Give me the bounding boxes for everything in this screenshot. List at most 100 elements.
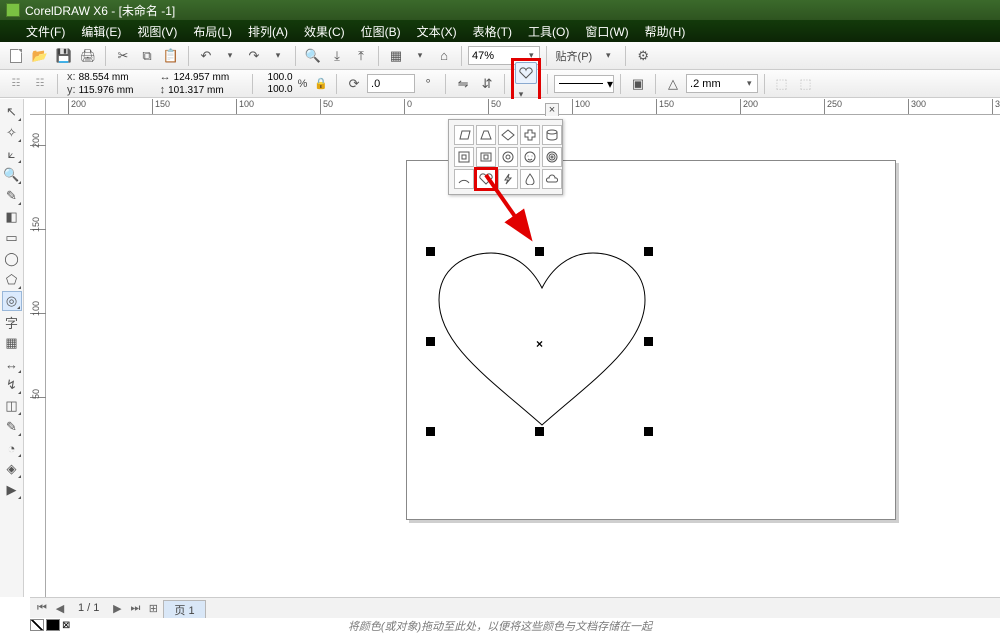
connector-tool[interactable]: ↯ (2, 375, 22, 395)
menu-tools[interactable]: 工具(O) (520, 23, 577, 40)
redo-dropdown[interactable]: ▾ (267, 45, 289, 67)
menu-edit[interactable]: 编辑(E) (73, 23, 129, 40)
cut-button[interactable]: ✂ (112, 45, 134, 67)
export-button[interactable]: ⤒ (350, 45, 372, 67)
flyout-close-button[interactable]: × (545, 103, 559, 116)
shape-frame[interactable] (454, 147, 474, 167)
text-tool[interactable]: 字 (2, 312, 22, 332)
presets-button[interactable]: ☷ (5, 73, 27, 95)
selection-handle-se[interactable] (644, 427, 653, 436)
paste-button[interactable]: 📋 (160, 45, 182, 67)
menu-view[interactable]: 视图(V) (129, 23, 185, 40)
welcome-button[interactable]: ⌂ (433, 45, 455, 67)
print-button[interactable]: 🖨 (77, 45, 99, 67)
options-button[interactable]: ⚙ (632, 45, 654, 67)
outline-style-picker[interactable]: ▾ (554, 75, 614, 93)
menu-help[interactable]: 帮助(H) (637, 23, 694, 40)
outline-tool[interactable]: ◔ (2, 438, 22, 458)
shape-heart[interactable] (476, 169, 496, 189)
freehand-tool[interactable]: ✎ (2, 186, 22, 206)
redo-button[interactable]: ↷ (243, 45, 265, 67)
menu-window[interactable]: 窗口(W) (577, 23, 636, 40)
app-launcher-button[interactable]: ▦ (385, 45, 407, 67)
rectangle-tool[interactable]: ▭ (2, 228, 22, 248)
pick-tool[interactable]: ↖ (2, 102, 22, 122)
perfect-shape-picker-button[interactable] (515, 62, 537, 84)
vertical-ruler[interactable]: 200 150 100 50 (30, 115, 46, 597)
shape-target[interactable] (542, 147, 562, 167)
selection-handle-e[interactable] (644, 337, 653, 346)
selection-handle-s[interactable] (535, 427, 544, 436)
zoom-tool[interactable]: 🔍 (2, 165, 22, 185)
menu-bitmap[interactable]: 位图(B) (353, 23, 409, 40)
interactive-tool[interactable]: ◫ (2, 396, 22, 416)
lock-ratio-icon[interactable]: 🔒 (314, 77, 328, 90)
shape-trapezoid[interactable] (476, 125, 496, 145)
app-launcher-dropdown[interactable]: ▾ (409, 45, 431, 67)
crop-tool[interactable]: ⟀ (2, 144, 22, 164)
page-tab-1[interactable]: 页 1 (163, 600, 205, 620)
rotation-input[interactable] (367, 74, 415, 93)
presets-button-2[interactable]: ☷ (29, 73, 51, 95)
menu-arrange[interactable]: 排列(A) (240, 23, 296, 40)
scale-y-value[interactable]: 100.0 (259, 84, 293, 96)
open-button[interactable]: 📂 (29, 45, 51, 67)
width-value[interactable]: 124.957 mm (174, 72, 246, 84)
page-next-button[interactable]: ▶ (109, 602, 125, 615)
selection-handle-nw[interactable] (426, 247, 435, 256)
interactive-fill-tool[interactable]: ▶ (2, 480, 22, 500)
smart-fill-tool[interactable]: ◧ (2, 207, 22, 227)
dimension-tool[interactable]: ↔ (2, 354, 22, 374)
page-first-button[interactable]: ⏮ (34, 602, 50, 615)
shape-drop[interactable] (520, 169, 540, 189)
menu-layout[interactable]: 布局(L) (185, 23, 240, 40)
add-page-button[interactable]: ⊞ (145, 602, 161, 615)
shape-diamond[interactable] (498, 125, 518, 145)
y-value[interactable]: 115.976 mm (79, 85, 149, 97)
wrap-text-button[interactable]: ▣ (627, 73, 649, 95)
table-tool[interactable]: ▦ (2, 333, 22, 353)
eyedropper-tool[interactable]: ✎ (2, 417, 22, 437)
horizontal-ruler[interactable]: 200 150 100 50 0 50 100 150 200 250 300 … (30, 99, 1000, 115)
page-last-button[interactable]: ⏭ (127, 602, 143, 615)
shape-arc[interactable] (454, 169, 474, 189)
shape-ring[interactable] (498, 147, 518, 167)
to-front-button[interactable]: ⬚ (771, 73, 793, 95)
scale-x-value[interactable]: 100.0 (259, 72, 293, 84)
basic-shapes-tool[interactable]: ◎ (2, 291, 22, 311)
to-back-button[interactable]: ⬚ (795, 73, 817, 95)
search-objects-button[interactable]: 🔍 (302, 45, 324, 67)
copy-button[interactable]: ⧉ (136, 45, 158, 67)
snap-label[interactable]: 贴齐(P) (553, 48, 596, 64)
page-prev-button[interactable]: ◀ (52, 602, 68, 615)
save-button[interactable]: 💾 (53, 45, 75, 67)
menu-table[interactable]: 表格(T) (465, 23, 520, 40)
mirror-horizontal-button[interactable]: ⇋ (452, 73, 474, 95)
shape-lightning[interactable] (498, 169, 518, 189)
shape-smiley[interactable] (520, 147, 540, 167)
shape-cloud[interactable] (542, 169, 562, 189)
fill-outline-indicator[interactable]: ⊠ (30, 619, 70, 631)
shape-cross[interactable] (520, 125, 540, 145)
shape-parallelogram[interactable] (454, 125, 474, 145)
shape-rect-inner[interactable] (476, 147, 496, 167)
menu-text[interactable]: 文本(X) (409, 23, 465, 40)
menu-effects[interactable]: 效果(C) (296, 23, 353, 40)
selection-handle-n[interactable] (535, 247, 544, 256)
ellipse-tool[interactable]: ◯ (2, 249, 22, 269)
ruler-origin[interactable] (30, 99, 46, 115)
outline-width-input[interactable]: ▾ (686, 74, 758, 93)
fill-tool[interactable]: ◈ (2, 459, 22, 479)
snap-dropdown[interactable]: ▾ (597, 45, 619, 67)
import-button[interactable]: ⤓ (326, 45, 348, 67)
dropdown-icon[interactable]: ▾ (745, 78, 754, 89)
selection-handle-ne[interactable] (644, 247, 653, 256)
menu-file[interactable]: 文件(F) (18, 23, 73, 40)
polygon-tool[interactable]: ⬠ (2, 270, 22, 290)
shape-tool[interactable]: ✧ (2, 123, 22, 143)
selection-handle-w[interactable] (426, 337, 435, 346)
selection-center-icon[interactable]: × (536, 337, 543, 351)
height-value[interactable]: 101.317 mm (168, 85, 240, 97)
mirror-vertical-button[interactable]: ⇵ (476, 73, 498, 95)
selection-handle-sw[interactable] (426, 427, 435, 436)
